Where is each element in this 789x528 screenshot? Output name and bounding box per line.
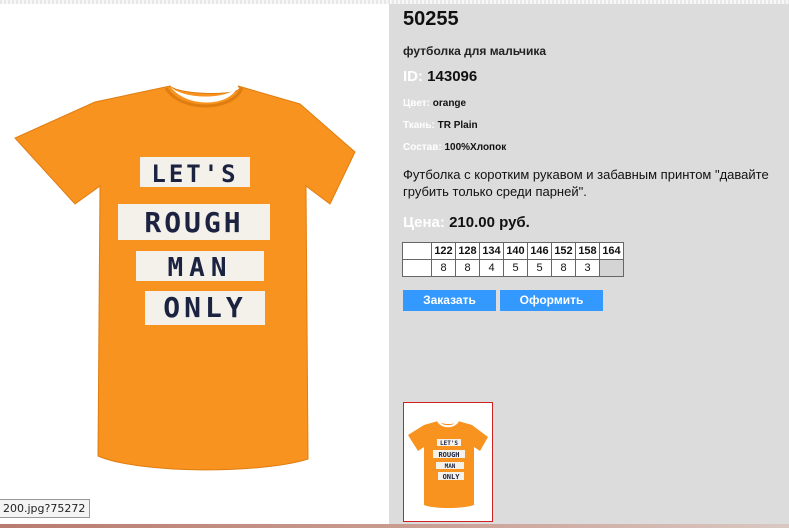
size-header: 128 bbox=[455, 242, 480, 260]
tshirt-thumbnail-image: LET'S ROUGH MAN ONLY bbox=[408, 420, 488, 508]
size-quantity: 4 bbox=[479, 259, 504, 277]
checkout-button[interactable]: Оформить bbox=[500, 290, 603, 311]
size-quantity: 8 bbox=[551, 259, 576, 277]
size-header: 140 bbox=[503, 242, 528, 260]
size-quantity: 8 bbox=[455, 259, 480, 277]
tshirt-image: LET'S ROUGH MAN ONLY bbox=[14, 85, 356, 471]
product-description: Футболка с коротким рукавом и забавным п… bbox=[403, 167, 769, 199]
product-price: Цена: 210.00 руб. bbox=[403, 214, 530, 231]
size-quantity: 5 bbox=[527, 259, 552, 277]
product-page: LET'S ROUGH MAN ONLY 200.jpg?75272 50255… bbox=[0, 0, 789, 528]
thumb-print-line-2: ROUGH bbox=[438, 451, 459, 459]
product-photo[interactable]: LET'S ROUGH MAN ONLY 200.jpg?75272 bbox=[0, 4, 389, 524]
composition-label: Состав: bbox=[403, 142, 442, 153]
id-label: ID: bbox=[403, 68, 423, 85]
size-header: 152 bbox=[551, 242, 576, 260]
thumb-print-line-1: LET'S bbox=[440, 440, 458, 447]
size-header: 164 bbox=[599, 242, 624, 260]
thumb-collar bbox=[437, 420, 459, 428]
size-header-row: 122 128 134 140 146 152 158 164 bbox=[402, 242, 624, 260]
print-line-2: ROUGH bbox=[144, 206, 243, 239]
size-quantity-row: 8 8 4 5 5 8 3 bbox=[402, 259, 624, 277]
price-value: 210.00 руб. bbox=[449, 214, 530, 231]
size-quantity: 5 bbox=[503, 259, 528, 277]
color-value: orange bbox=[432, 98, 467, 109]
fabric-label: Ткань: bbox=[403, 120, 435, 131]
product-article: 50255 bbox=[403, 8, 459, 30]
fabric-attribute: Ткань: TR Plain bbox=[403, 120, 478, 131]
composition-attribute: Состав: 100%Хлопок bbox=[403, 142, 506, 153]
size-header: 122 bbox=[431, 242, 456, 260]
price-label: Цена: bbox=[403, 214, 445, 231]
print-line-1: LET'S bbox=[151, 160, 238, 188]
size-corner-cell bbox=[402, 242, 432, 260]
size-table: 122 128 134 140 146 152 158 164 8 8 4 5 … bbox=[402, 242, 624, 277]
color-attribute: Цвет: orange bbox=[403, 98, 466, 109]
product-thumbnail[interactable]: LET'S ROUGH MAN ONLY bbox=[403, 402, 493, 522]
size-header: 134 bbox=[479, 242, 504, 260]
size-quantity: 3 bbox=[575, 259, 600, 277]
bottom-border bbox=[0, 524, 789, 528]
thumb-print-line-4: ONLY bbox=[443, 473, 461, 481]
composition-value: 100%Хлопок bbox=[444, 142, 507, 153]
product-info-panel: 50255 футболка для мальчика ID: 143096 Ц… bbox=[389, 4, 789, 524]
order-button[interactable]: Заказать bbox=[403, 290, 496, 311]
size-header: 158 bbox=[575, 242, 600, 260]
product-subtitle: футболка для мальчика bbox=[403, 44, 547, 58]
browser-status-bar: 200.jpg?75272 bbox=[0, 499, 91, 518]
id-value: 143096 bbox=[427, 68, 478, 85]
size-quantity: 8 bbox=[431, 259, 456, 277]
product-id: ID: 143096 bbox=[403, 68, 477, 85]
quantity-corner-cell bbox=[402, 259, 432, 277]
fabric-value: TR Plain bbox=[437, 120, 478, 131]
thumb-print-line-3: MAN bbox=[445, 463, 456, 470]
size-quantity bbox=[599, 259, 624, 277]
size-header: 146 bbox=[527, 242, 552, 260]
print-line-4: ONLY bbox=[163, 291, 246, 324]
color-label: Цвет: bbox=[403, 98, 430, 109]
print-line-3: MAN bbox=[168, 253, 233, 283]
